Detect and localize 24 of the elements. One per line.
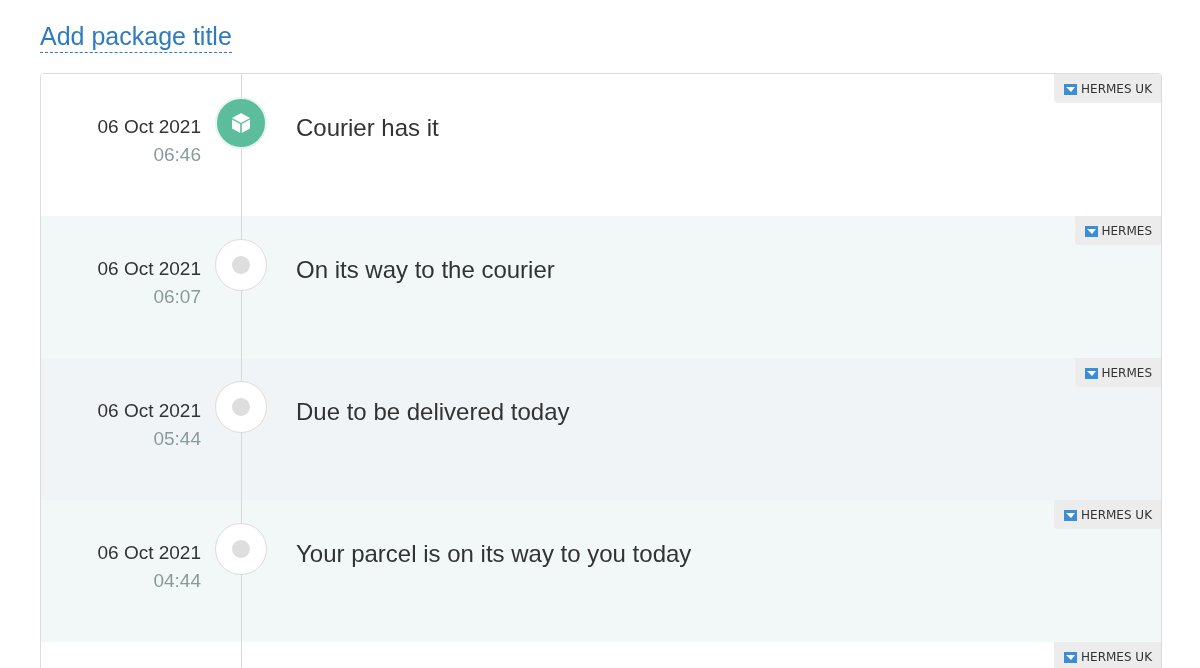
event-date: 06 Oct 2021 (97, 400, 201, 422)
event-description: Courier has it (296, 114, 440, 142)
event-time: 06:46 (153, 144, 201, 166)
carrier-name: HERMES UK (1081, 82, 1152, 96)
event-description: Your parcel is on its way to you today (296, 540, 693, 568)
event-date: 06 Oct 2021 (97, 116, 201, 138)
carrier-name: HERMES (1101, 224, 1152, 238)
event-time: 06:07 (153, 286, 201, 308)
event-date: 06 Oct 2021 (97, 258, 201, 280)
event-description: Due to be delivered today (296, 398, 571, 426)
event-description: On its way to the courier (296, 256, 556, 284)
carrier-logo-icon (1064, 83, 1078, 95)
carrier-name: HERMES UK (1081, 650, 1152, 664)
event-time: 04:44 (153, 570, 201, 592)
carrier-logo-icon (1064, 509, 1078, 521)
add-title-link[interactable]: Add package title (40, 22, 232, 53)
carrier-logo-icon (1084, 367, 1098, 379)
carrier-name: HERMES (1101, 366, 1152, 380)
carrier-logo-icon (1084, 225, 1098, 237)
event-date: 06 Oct 2021 (97, 542, 201, 564)
event-time: 05:44 (153, 428, 201, 450)
carrier-logo-icon (1064, 651, 1078, 663)
box-icon (229, 111, 253, 135)
carrier-name: HERMES UK (1081, 508, 1152, 522)
